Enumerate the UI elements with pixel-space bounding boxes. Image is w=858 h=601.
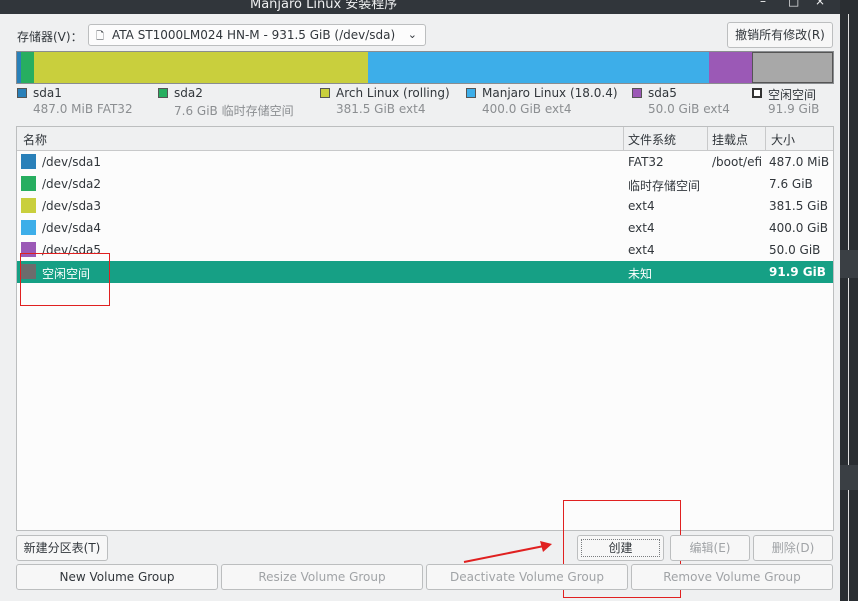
annotation-highlight-free-space (20, 253, 110, 306)
partition-color-swatch (21, 176, 36, 191)
create-button[interactable]: 创建 (577, 535, 664, 561)
legend-swatch (320, 88, 330, 98)
legend-info: 7.6 GiB 临时存储空间 (174, 104, 294, 118)
partition-filesystem: ext4 (628, 221, 655, 235)
table-row[interactable]: /dev/sda1 FAT32/boot/efi 487.0 MiB (17, 151, 833, 173)
maximize-icon[interactable]: □ (788, 0, 799, 8)
legend-swatch (466, 88, 476, 98)
desktop-background-strip (840, 0, 858, 601)
close-icon[interactable]: × (815, 0, 825, 8)
partition-segment-sda5 (708, 52, 753, 83)
partition-table[interactable]: 名称 文件系统 挂载点 大小 /dev/sda1 FAT32/boot/efi 48… (16, 126, 834, 531)
partition-filesystem: 临时存储空间 (628, 179, 701, 193)
partition-filesystem: ext4 (628, 199, 655, 213)
column-header-name[interactable]: 名称 (23, 131, 47, 148)
legend-swatch (17, 88, 27, 98)
desktop-panel-fragment (840, 465, 858, 490)
drive-icon: 🗋 (96, 31, 105, 42)
partition-size: 487.0 MiB (769, 155, 830, 169)
column-divider (707, 127, 708, 150)
partition-mountpoint: /boot/efi (712, 155, 763, 169)
column-divider (765, 127, 766, 150)
partition-name: /dev/sda3 (42, 199, 102, 213)
table-row[interactable]: /dev/sda5 ext4 50.0 GiB (17, 239, 833, 261)
remove-volume-group-button[interactable]: Remove Volume Group (631, 564, 833, 590)
partition-segment-sda3 (34, 52, 369, 83)
partition-name: /dev/sda4 (42, 221, 102, 235)
storage-device-select[interactable]: 🗋 ATA ST1000LM024 HN-M - 931.5 GiB (/dev… (88, 24, 426, 46)
legend-name: sda1 (33, 86, 62, 100)
partition-size: 400.0 GiB (769, 221, 829, 235)
resize-volume-group-button[interactable]: Resize Volume Group (221, 564, 423, 590)
partition-color-swatch (21, 220, 36, 235)
table-row[interactable]: /dev/sda3 ext4 381.5 GiB (17, 195, 833, 217)
deactivate-volume-group-button[interactable]: Deactivate Volume Group (426, 564, 628, 590)
partition-color-swatch (21, 154, 36, 169)
chevron-down-icon: ⌄ (407, 28, 417, 41)
partition-filesystem: FAT32 (628, 155, 664, 169)
column-header-size[interactable]: 大小 (771, 131, 795, 148)
legend-swatch (632, 88, 642, 98)
legend-info: 487.0 MiB FAT32 (33, 102, 133, 116)
legend-name: Arch Linux (rolling) (336, 86, 450, 100)
partition-segment-free (752, 52, 833, 83)
legend-name: sda2 (174, 86, 203, 100)
legend-name: 空闲空间 (768, 88, 817, 102)
legend-info: 381.5 GiB ext4 (336, 102, 426, 116)
table-row[interactable]: 空闲空间 未知 91.9 GiB (17, 261, 833, 283)
partition-name: /dev/sda2 (42, 177, 102, 191)
new-partition-table-button[interactable]: 新建分区表(T) (16, 535, 108, 561)
revert-all-changes-button[interactable]: 撤销所有修改(R) (727, 22, 833, 48)
delete-button[interactable]: 删除(D) (753, 535, 833, 561)
partition-filesystem: ext4 (628, 243, 655, 257)
column-header-filesystem[interactable]: 文件系统 (628, 131, 676, 148)
window-title: Manjaro Linux 安装程序 (250, 0, 398, 12)
table-row[interactable]: /dev/sda4 ext4 400.0 GiB (17, 217, 833, 239)
partition-name: /dev/sda1 (42, 155, 102, 169)
partition-segment-sda4 (368, 52, 709, 83)
legend-name: sda5 (648, 86, 677, 100)
partition-filesystem: 未知 (628, 267, 653, 281)
table-header: 名称 文件系统 挂载点 大小 (17, 127, 833, 151)
column-divider (623, 127, 624, 150)
legend-swatch (752, 88, 762, 98)
legend-name: Manjaro Linux (18.0.4) (482, 86, 618, 100)
legend-info: 400.0 GiB ext4 (482, 102, 572, 116)
legend-swatch (158, 88, 168, 98)
edit-button[interactable]: 编辑(E) (670, 535, 750, 561)
new-volume-group-button[interactable]: New Volume Group (16, 564, 218, 590)
storage-device-value: ATA ST1000LM024 HN-M - 931.5 GiB (/dev/s… (112, 28, 396, 42)
partition-size: 7.6 GiB (769, 177, 813, 191)
storage-device-label: 存储器(V)： (17, 30, 83, 44)
table-row[interactable]: /dev/sda2 临时存储空间 7.6 GiB (17, 173, 833, 195)
partition-size: 91.9 GiB (769, 265, 826, 279)
window-edge-line (848, 14, 849, 601)
minimize-icon[interactable]: – (760, 0, 766, 8)
window-titlebar: Manjaro Linux 安装程序 – □ × (0, 0, 858, 14)
partition-segment-sda2 (21, 52, 34, 83)
partition-size: 381.5 GiB (769, 199, 829, 213)
partition-usage-bar (16, 51, 834, 84)
legend-info: 91.9 GiB (768, 102, 820, 116)
column-header-mountpoint[interactable]: 挂载点 (712, 131, 748, 148)
partition-size: 50.0 GiB (769, 243, 821, 257)
legend-info: 50.0 GiB ext4 (648, 102, 730, 116)
desktop-panel-fragment (840, 250, 858, 278)
partition-color-swatch (21, 198, 36, 213)
